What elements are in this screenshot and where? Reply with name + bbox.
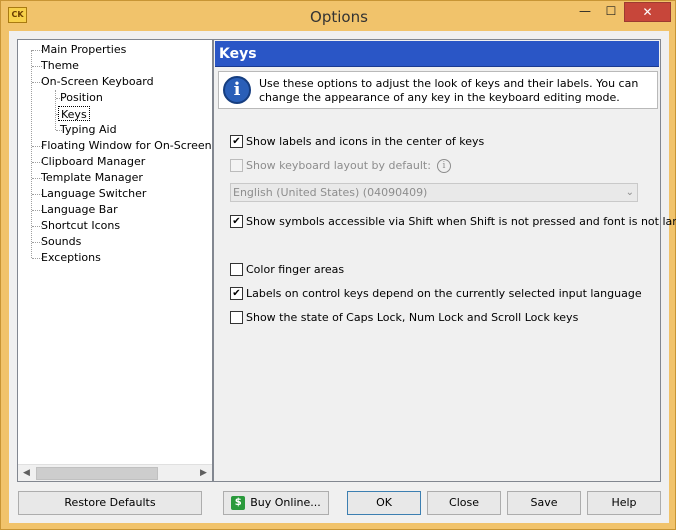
tree-item-clipboard-manager[interactable]: Clipboard Manager bbox=[41, 154, 145, 169]
tree-item-exceptions[interactable]: Exceptions bbox=[41, 250, 101, 265]
option-label: Show the state of Caps Lock, Num Lock an… bbox=[246, 311, 579, 324]
option-show-keyboard-layout: Show keyboard layout by default: i bbox=[230, 158, 451, 174]
options-tree[interactable]: Main Properties Theme On-Screen Keyboard… bbox=[17, 39, 213, 482]
option-label: Show keyboard layout by default: bbox=[246, 159, 431, 172]
tree-item-floating-window[interactable]: Floating Window for On-Screen Ke bbox=[41, 138, 212, 153]
tree-line bbox=[55, 90, 56, 130]
tree-item-language-bar[interactable]: Language Bar bbox=[41, 202, 118, 217]
scrollbar-thumb[interactable] bbox=[36, 467, 158, 480]
buy-online-button[interactable]: $ Buy Online... bbox=[223, 491, 329, 515]
title-bar[interactable]: CK Options — ☐ ✕ bbox=[1, 1, 675, 31]
option-label: Show labels and icons in the center of k… bbox=[246, 135, 485, 148]
tree-item-on-screen-keyboard[interactable]: On-Screen Keyboard bbox=[41, 74, 154, 89]
tree-item-template-manager[interactable]: Template Manager bbox=[41, 170, 143, 185]
tree-item-sounds[interactable]: Sounds bbox=[41, 234, 81, 249]
options-window: CK Options — ☐ ✕ Main Properties Theme O… bbox=[0, 0, 676, 530]
tree-item-main-properties[interactable]: Main Properties bbox=[41, 42, 126, 57]
option-label: Color finger areas bbox=[246, 263, 345, 276]
tree-item-keys[interactable]: Keys bbox=[58, 106, 90, 121]
save-button[interactable]: Save bbox=[507, 491, 581, 515]
keyboard-layout-select: English (United States) (04090409) ⌄ bbox=[230, 183, 638, 202]
info-icon: i bbox=[223, 76, 251, 104]
tree-item-shortcut-icons[interactable]: Shortcut Icons bbox=[41, 218, 120, 233]
option-color-finger-areas[interactable]: Color finger areas bbox=[230, 262, 344, 278]
select-value: English (United States) (04090409) bbox=[233, 186, 428, 199]
tree-item-position[interactable]: Position bbox=[60, 90, 103, 105]
help-button[interactable]: Help bbox=[587, 491, 661, 515]
restore-defaults-button[interactable]: Restore Defaults bbox=[18, 491, 202, 515]
option-lock-keys-state[interactable]: Show the state of Caps Lock, Num Lock an… bbox=[230, 310, 578, 326]
checkbox[interactable]: ✔ bbox=[230, 135, 243, 148]
minimize-button[interactable]: — bbox=[572, 2, 598, 22]
close-button[interactable]: Close bbox=[427, 491, 501, 515]
keys-panel: Keys i Use these options to adjust the l… bbox=[213, 39, 676, 482]
maximize-button[interactable]: ☐ bbox=[598, 2, 624, 22]
checkbox[interactable] bbox=[230, 263, 243, 276]
buy-online-label: Buy Online... bbox=[250, 496, 321, 509]
money-icon: $ bbox=[231, 496, 246, 510]
info-text: Use these options to adjust the look of … bbox=[259, 77, 639, 104]
tree-item-typing-aid[interactable]: Typing Aid bbox=[60, 122, 117, 137]
option-label: Labels on control keys depend on the cur… bbox=[246, 287, 642, 300]
chevron-down-icon: ⌄ bbox=[625, 187, 634, 198]
ok-button[interactable]: OK bbox=[347, 491, 421, 515]
info-box: i Use these options to adjust the look o… bbox=[218, 71, 658, 109]
option-show-labels-center[interactable]: ✔ Show labels and icons in the center of … bbox=[230, 134, 484, 150]
tree-item-language-switcher[interactable]: Language Switcher bbox=[41, 186, 146, 201]
checkbox[interactable]: ✔ bbox=[230, 287, 243, 300]
option-control-keys-language[interactable]: ✔ Labels on control keys depend on the cu… bbox=[230, 286, 642, 302]
checkbox[interactable] bbox=[230, 311, 243, 324]
close-window-button[interactable]: ✕ bbox=[624, 2, 671, 22]
checkbox bbox=[230, 159, 243, 172]
tree-horizontal-scrollbar[interactable]: ◀ ▶ bbox=[18, 464, 212, 481]
option-label: Show symbols accessible via Shift when S… bbox=[246, 215, 676, 228]
panel-title: Keys bbox=[215, 41, 659, 67]
checkbox[interactable]: ✔ bbox=[230, 215, 243, 228]
option-show-shift-symbols[interactable]: ✔ Show symbols accessible via Shift when … bbox=[230, 214, 676, 230]
dialog-body: Main Properties Theme On-Screen Keyboard… bbox=[9, 31, 676, 523]
scroll-right-icon[interactable]: ▶ bbox=[195, 465, 212, 481]
help-info-icon[interactable]: i bbox=[436, 159, 451, 173]
tree-item-theme[interactable]: Theme bbox=[41, 58, 79, 73]
scroll-left-icon[interactable]: ◀ bbox=[18, 465, 35, 481]
